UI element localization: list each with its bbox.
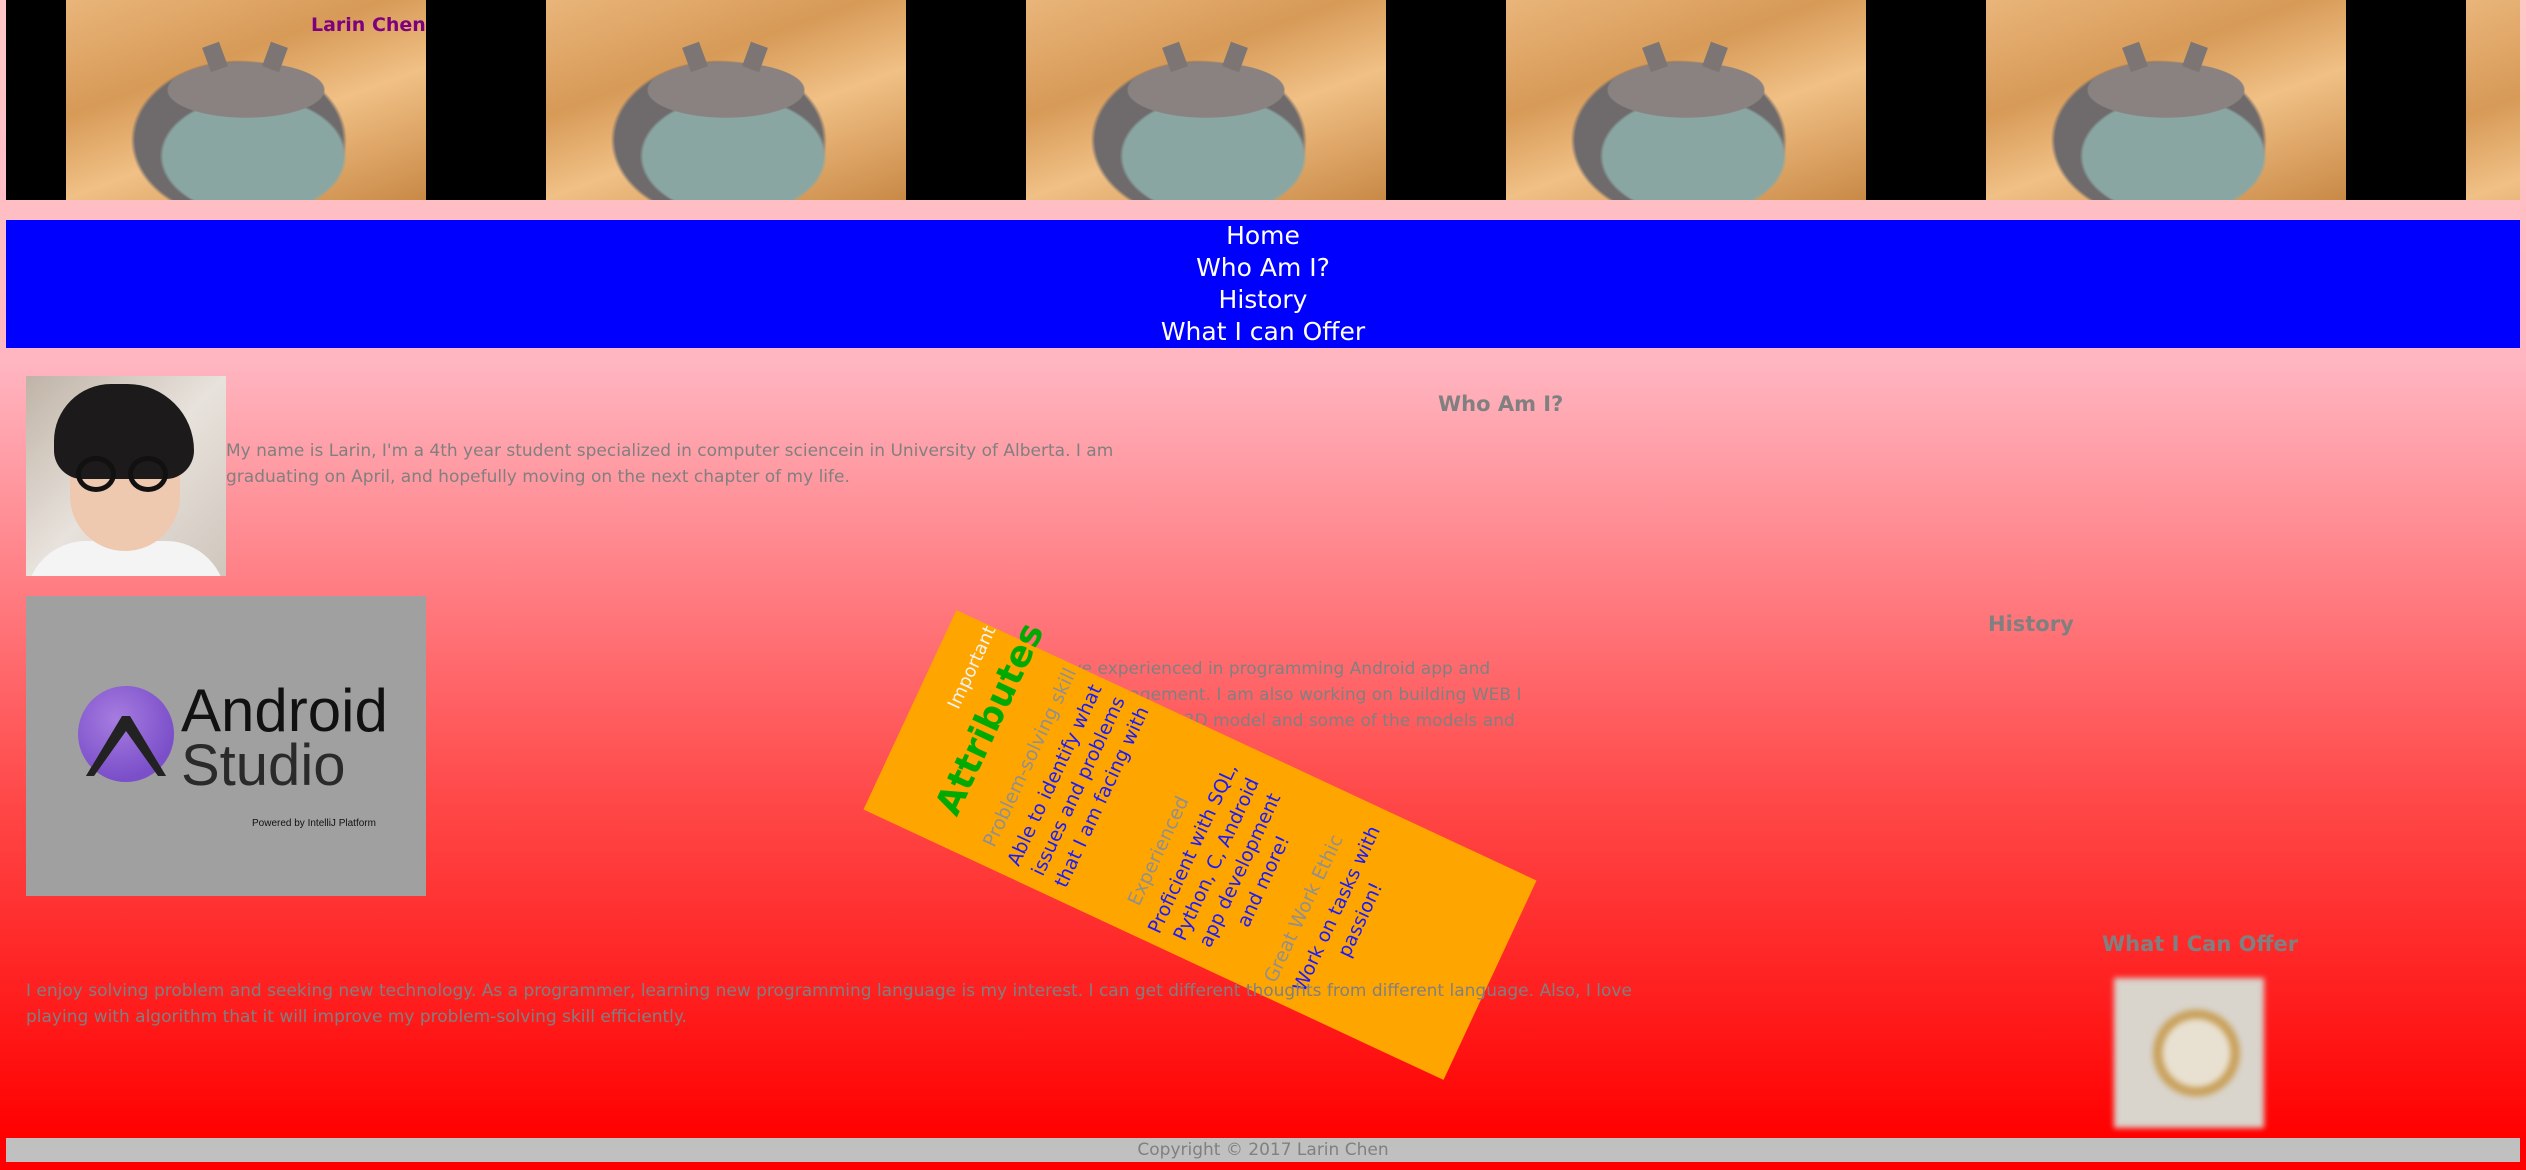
offer-heading: What I Can Offer (2102, 932, 2299, 956)
site-title: Larin Chen (311, 14, 426, 36)
footer: Copyright © 2017 Larin Chen (6, 1138, 2520, 1162)
header-banner: Larin Chen (6, 0, 2520, 200)
history-heading: History (1988, 612, 2074, 636)
cat-image (1506, 0, 1866, 200)
nav-history-link[interactable]: History (1219, 284, 1308, 316)
offer-text: I enjoy solving problem and seeking new … (26, 981, 1632, 1027)
nav-who-link[interactable]: Who Am I? (1196, 252, 1330, 284)
nav-offer-link[interactable]: What I can Offer (1161, 316, 1365, 348)
profile-photo (26, 376, 226, 576)
who-am-i-heading: Who Am I? (1438, 392, 1564, 416)
quality-magnifier-image (2114, 978, 2264, 1128)
cat-image (1026, 0, 1386, 200)
cat-image (1986, 0, 2346, 200)
cat-image (546, 0, 906, 200)
cat-image (2466, 0, 2520, 200)
android-studio-logo: Android Studio Powered by IntelliJ Platf… (26, 596, 426, 896)
who-am-i-text: My name is Larin, I'm a 4th year student… (226, 441, 1114, 487)
logo-powered-by: Powered by IntelliJ Platform (252, 818, 376, 829)
nav-home-link[interactable]: Home (1226, 220, 1300, 252)
nav-bar: Home Who Am I? History What I can Offer (6, 220, 2520, 348)
copyright-text: Copyright © 2017 Larin Chen (1137, 1140, 1389, 1160)
logo-word-studio: Studio (181, 733, 346, 798)
